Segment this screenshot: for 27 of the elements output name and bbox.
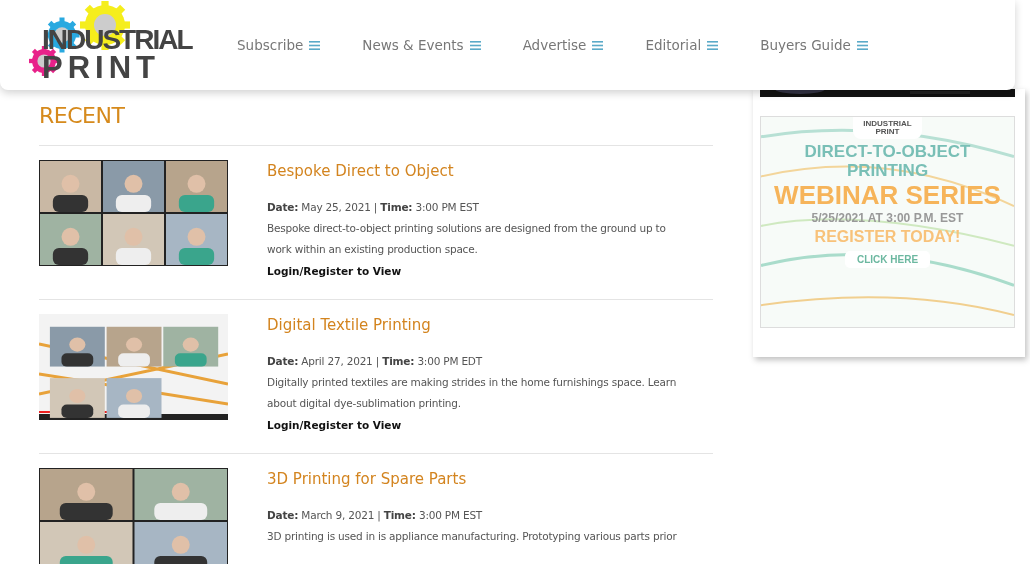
article-title[interactable]: Bespoke Direct to Object bbox=[267, 162, 677, 180]
nav-link[interactable]: Advertise bbox=[522, 37, 604, 53]
date-time: Date: March 9, 2021 | Time: 3:00 PM EST bbox=[267, 508, 484, 524]
article-summary: Bespoke direct-to-object printing solutions are designed from the ground up to work within an existing production space. bbox=[267, 221, 667, 257]
click-here-button[interactable]: CLICK HERE bbox=[844, 251, 931, 269]
menu-icon bbox=[309, 40, 321, 50]
banner-logo: INDUSTRIAL PRINT bbox=[853, 117, 922, 139]
article-summary: 3D printing is used in is appliance manufacturing. Prototyping various parts prior bbox=[267, 529, 677, 544]
nav-link[interactable]: Buyers Guide bbox=[760, 37, 868, 53]
date-time: Date: April 27, 2021 | Time: 3:00 PM EDT bbox=[267, 354, 484, 370]
banner-date: 5/25/2021 AT 3:00 P.M. EST bbox=[811, 211, 964, 226]
menu-icon bbox=[592, 40, 604, 50]
article-title[interactable]: Digital Textile Printing bbox=[267, 316, 677, 334]
article-summary: Digitally printed textiles are making strides in the home furnishings space. Learn about digital dye-sublimation printing. bbox=[267, 375, 677, 411]
date-time: Date: May 25, 2021 | Time: 3:00 PM EST bbox=[267, 200, 480, 216]
login-link[interactable]: Login/Register to View bbox=[267, 265, 402, 277]
nav-link[interactable]: Editorial bbox=[645, 37, 719, 53]
banner-cta: REGISTER TODAY! bbox=[814, 228, 961, 247]
section-title: RECENT bbox=[39, 103, 713, 146]
article-title[interactable]: 3D Printing for Spare Parts bbox=[267, 470, 677, 488]
menu-icon bbox=[469, 40, 481, 50]
nav-link[interactable]: Subscribe bbox=[237, 37, 321, 53]
nav-link[interactable]: News & Events bbox=[362, 37, 481, 53]
menu-icon bbox=[856, 40, 868, 50]
banner-series: WEBINAR SERIES bbox=[774, 182, 1001, 209]
menu-icon bbox=[707, 40, 719, 50]
login-link[interactable]: Login/Register to View bbox=[267, 419, 402, 431]
